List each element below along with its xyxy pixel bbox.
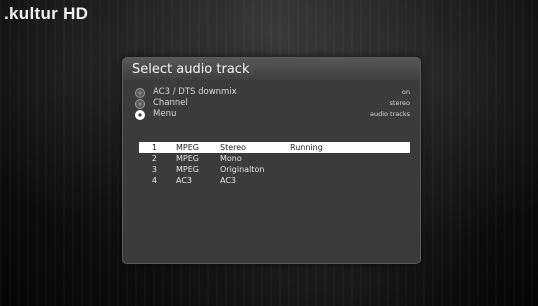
track-number: 1 bbox=[151, 143, 157, 152]
track-mode: Stereo bbox=[220, 143, 247, 152]
track-row[interactable]: 3 MPEG Originalton bbox=[139, 164, 410, 175]
track-mode: Originalton bbox=[220, 165, 265, 174]
track-row[interactable]: 2 MPEG Mono bbox=[139, 153, 410, 164]
track-codec: MPEG bbox=[176, 154, 199, 163]
option-value: audio tracks bbox=[369, 110, 410, 118]
track-number: 3 bbox=[151, 165, 157, 174]
dialog-title: Select audio track bbox=[132, 62, 250, 77]
track-codec: MPEG bbox=[176, 165, 199, 174]
track-number: 2 bbox=[151, 154, 157, 163]
dialog-header: Select audio track bbox=[123, 58, 420, 80]
option-menu[interactable]: Menu audio tracks bbox=[135, 109, 410, 121]
track-codec: MPEG bbox=[176, 143, 199, 152]
audio-track-dialog: Select audio track AC3 / DTS downmix on … bbox=[122, 57, 421, 264]
track-number: 4 bbox=[151, 176, 157, 185]
option-value: stereo bbox=[389, 99, 410, 107]
radio-icon bbox=[135, 88, 145, 98]
option-label: Menu bbox=[153, 109, 177, 119]
channel-logo: .kultur HD bbox=[4, 4, 89, 23]
option-label: Channel bbox=[153, 98, 188, 108]
option-value: on bbox=[401, 88, 410, 96]
track-row[interactable]: 4 AC3 AC3 bbox=[139, 175, 410, 186]
track-row[interactable]: 1 MPEG Stereo Running bbox=[139, 142, 410, 153]
radio-icon bbox=[135, 99, 145, 109]
option-label: AC3 / DTS downmix bbox=[153, 87, 237, 97]
track-mode: AC3 bbox=[220, 176, 237, 185]
track-mode: Mono bbox=[220, 154, 242, 163]
track-codec: AC3 bbox=[176, 176, 193, 185]
radio-selected-icon bbox=[135, 110, 145, 120]
audio-track-list: 1 MPEG Stereo Running 2 MPEG Mono 3 MPEG… bbox=[139, 142, 410, 186]
track-status: Running bbox=[290, 143, 323, 152]
